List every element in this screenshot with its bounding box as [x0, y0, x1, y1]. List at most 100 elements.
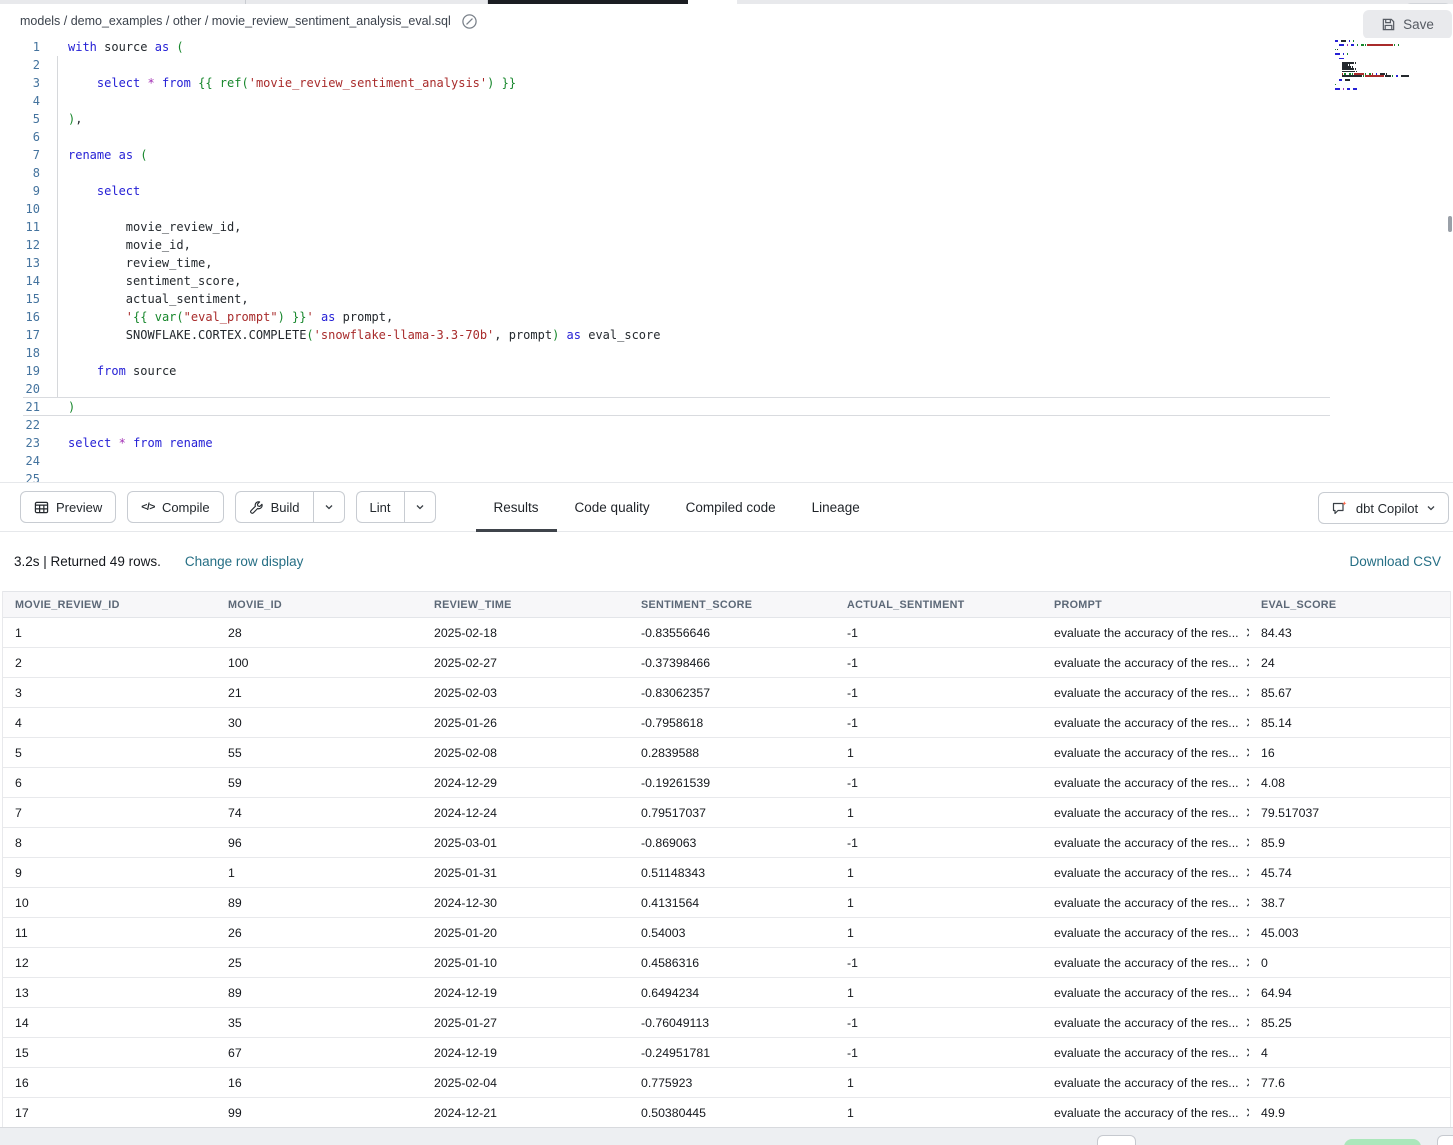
code-line-24[interactable]: 24: [0, 452, 1453, 470]
download-csv-link[interactable]: Download CSV: [1349, 554, 1441, 569]
table-row[interactable]: 21002025-02-27-0.37398466-1evaluate the …: [3, 648, 1450, 678]
cell-review_time: 2024-12-24: [422, 806, 629, 820]
column-header-actual_sentiment[interactable]: ACTUAL_SENTIMENT: [835, 599, 1042, 611]
cell-prompt[interactable]: evaluate the accuracy of the res...: [1042, 1106, 1249, 1120]
cell-prompt[interactable]: evaluate the accuracy of the res...: [1042, 926, 1249, 940]
cell-eval_score: 85.67: [1249, 686, 1450, 700]
compile-button[interactable]: </> Compile: [127, 491, 223, 523]
lint-dropdown-button[interactable]: [404, 491, 436, 523]
cell-prompt[interactable]: evaluate the accuracy of the res...: [1042, 1076, 1249, 1090]
table-row[interactable]: 11262025-01-200.540031evaluate the accur…: [3, 918, 1450, 948]
save-button[interactable]: Save: [1363, 10, 1452, 39]
table-row[interactable]: 912025-01-310.511483431evaluate the accu…: [3, 858, 1450, 888]
column-header-review_time[interactable]: REVIEW_TIME: [422, 599, 629, 611]
lint-button[interactable]: Lint: [356, 491, 404, 523]
cell-prompt[interactable]: evaluate the accuracy of the res...: [1042, 656, 1249, 670]
table-row[interactable]: 3212025-02-03-0.83062357-1evaluate the a…: [3, 678, 1450, 708]
editor-minimap[interactable]: [1335, 40, 1441, 98]
table-row[interactable]: 17992024-12-210.503804451evaluate the ac…: [3, 1098, 1450, 1128]
cell-sentiment_score: 0.50380445: [629, 1106, 835, 1120]
table-row[interactable]: 5552025-02-080.28395881evaluate the accu…: [3, 738, 1450, 768]
code-line-12[interactable]: 12 movie_id,: [0, 236, 1453, 254]
cell-movie_id: 30: [216, 716, 422, 730]
code-editor[interactable]: 1with source as (23 select * from {{ ref…: [0, 38, 1453, 482]
code-line-23[interactable]: 23select * from rename: [0, 434, 1453, 452]
table-row[interactable]: 16162025-02-040.7759231evaluate the accu…: [3, 1068, 1450, 1098]
code-line-4[interactable]: 4: [0, 92, 1453, 110]
tab-results[interactable]: Results: [476, 483, 557, 531]
code-line-8[interactable]: 8: [0, 164, 1453, 182]
code-line-15[interactable]: 15 actual_sentiment,: [0, 290, 1453, 308]
table-row[interactable]: 15672024-12-19-0.24951781-1evaluate the …: [3, 1038, 1450, 1068]
code-line-9[interactable]: 9 select: [0, 182, 1453, 200]
code-line-11[interactable]: 11 movie_review_id,: [0, 218, 1453, 236]
table-row[interactable]: 13892024-12-190.64942341evaluate the acc…: [3, 978, 1450, 1008]
editor-scrollbar[interactable]: [1448, 216, 1452, 232]
code-line-7[interactable]: 7rename as (: [0, 146, 1453, 164]
cell-prompt[interactable]: evaluate the accuracy of the res...: [1042, 626, 1249, 640]
cell-prompt[interactable]: evaluate the accuracy of the res...: [1042, 896, 1249, 910]
line-number: 17: [0, 326, 40, 344]
cell-prompt[interactable]: evaluate the accuracy of the res...: [1042, 866, 1249, 880]
code-line-25[interactable]: 25: [0, 470, 1453, 482]
cell-prompt[interactable]: evaluate the accuracy of the res...: [1042, 1016, 1249, 1030]
build-dropdown-button[interactable]: [313, 491, 345, 523]
prompt-preview-text: evaluate the accuracy of the res...: [1054, 986, 1239, 1000]
cell-prompt[interactable]: evaluate the accuracy of the res...: [1042, 956, 1249, 970]
cell-sentiment_score: 0.51148343: [629, 866, 835, 880]
column-header-movie_review_id[interactable]: MOVIE_REVIEW_ID: [3, 599, 216, 611]
code-line-6[interactable]: 6: [0, 128, 1453, 146]
table-row[interactable]: 1282025-02-18-0.83556646-1evaluate the a…: [3, 618, 1450, 648]
code-line-5[interactable]: 5),: [0, 110, 1453, 128]
code-line-18[interactable]: 18: [0, 344, 1453, 362]
column-header-eval_score[interactable]: EVAL_SCORE: [1249, 599, 1450, 611]
code-line-2[interactable]: 2: [0, 56, 1453, 74]
code-line-17[interactable]: 17 SNOWFLAKE.CORTEX.COMPLETE('snowflake-…: [0, 326, 1453, 344]
cell-prompt[interactable]: evaluate the accuracy of the res...: [1042, 806, 1249, 820]
cell-sentiment_score: -0.83062357: [629, 686, 835, 700]
cell-prompt[interactable]: evaluate the accuracy of the res...: [1042, 686, 1249, 700]
build-button[interactable]: Build: [235, 491, 313, 523]
table-row[interactable]: 8962025-03-01-0.869063-1evaluate the acc…: [3, 828, 1450, 858]
tab-code-quality[interactable]: Code quality: [557, 483, 668, 531]
code-line-14[interactable]: 14 sentiment_score,: [0, 272, 1453, 290]
tab-compiled-code[interactable]: Compiled code: [668, 483, 794, 531]
table-row[interactable]: 12252025-01-100.4586316-1evaluate the ac…: [3, 948, 1450, 978]
prompt-preview-text: evaluate the accuracy of the res...: [1054, 686, 1239, 700]
code-line-21[interactable]: 21): [0, 398, 1453, 416]
cell-prompt[interactable]: evaluate the accuracy of the res...: [1042, 986, 1249, 1000]
code-line-16[interactable]: 16 '{{ var("eval_prompt") }}' as prompt,: [0, 308, 1453, 326]
cell-movie_id: 21: [216, 686, 422, 700]
tab-lineage[interactable]: Lineage: [794, 483, 878, 531]
code-line-10[interactable]: 10: [0, 200, 1453, 218]
code-line-22[interactable]: 22: [0, 416, 1453, 434]
table-row[interactable]: 7742024-12-240.795170371evaluate the acc…: [3, 798, 1450, 828]
cell-prompt[interactable]: evaluate the accuracy of the res...: [1042, 1046, 1249, 1060]
change-row-display-link[interactable]: Change row display: [185, 554, 304, 569]
cell-actual_sentiment: 1: [835, 1076, 1042, 1090]
cell-review_time: 2025-01-31: [422, 866, 629, 880]
code-line-20[interactable]: 20: [0, 380, 1453, 398]
cell-prompt[interactable]: evaluate the accuracy of the res...: [1042, 776, 1249, 790]
cell-prompt[interactable]: evaluate the accuracy of the res...: [1042, 836, 1249, 850]
table-row[interactable]: 10892024-12-300.41315641evaluate the acc…: [3, 888, 1450, 918]
cell-prompt[interactable]: evaluate the accuracy of the res...: [1042, 716, 1249, 730]
line-number: 23: [0, 434, 40, 452]
dbt-copilot-button[interactable]: dbt Copilot: [1318, 492, 1449, 524]
table-row[interactable]: 14352025-01-27-0.76049113-1evaluate the …: [3, 1008, 1450, 1038]
code-line-3[interactable]: 3 select * from {{ ref('movie_review_sen…: [0, 74, 1453, 92]
cell-actual_sentiment: 1: [835, 896, 1042, 910]
table-row[interactable]: 6592024-12-29-0.19261539-1evaluate the a…: [3, 768, 1450, 798]
column-header-movie_id[interactable]: MOVIE_ID: [216, 599, 422, 611]
code-line-13[interactable]: 13 review_time,: [0, 254, 1453, 272]
column-header-prompt[interactable]: PROMPT: [1042, 599, 1249, 611]
preview-button[interactable]: Preview: [20, 491, 116, 523]
code-line-1[interactable]: 1with source as (: [0, 38, 1453, 56]
cell-movie_id: 67: [216, 1046, 422, 1060]
cell-actual_sentiment: -1: [835, 1046, 1042, 1060]
cell-prompt[interactable]: evaluate the accuracy of the res...: [1042, 746, 1249, 760]
table-row[interactable]: 4302025-01-26-0.7958618-1evaluate the ac…: [3, 708, 1450, 738]
column-header-sentiment_score[interactable]: SENTIMENT_SCORE: [629, 599, 835, 611]
code-line-19[interactable]: 19 from source: [0, 362, 1453, 380]
cell-sentiment_score: 0.4586316: [629, 956, 835, 970]
